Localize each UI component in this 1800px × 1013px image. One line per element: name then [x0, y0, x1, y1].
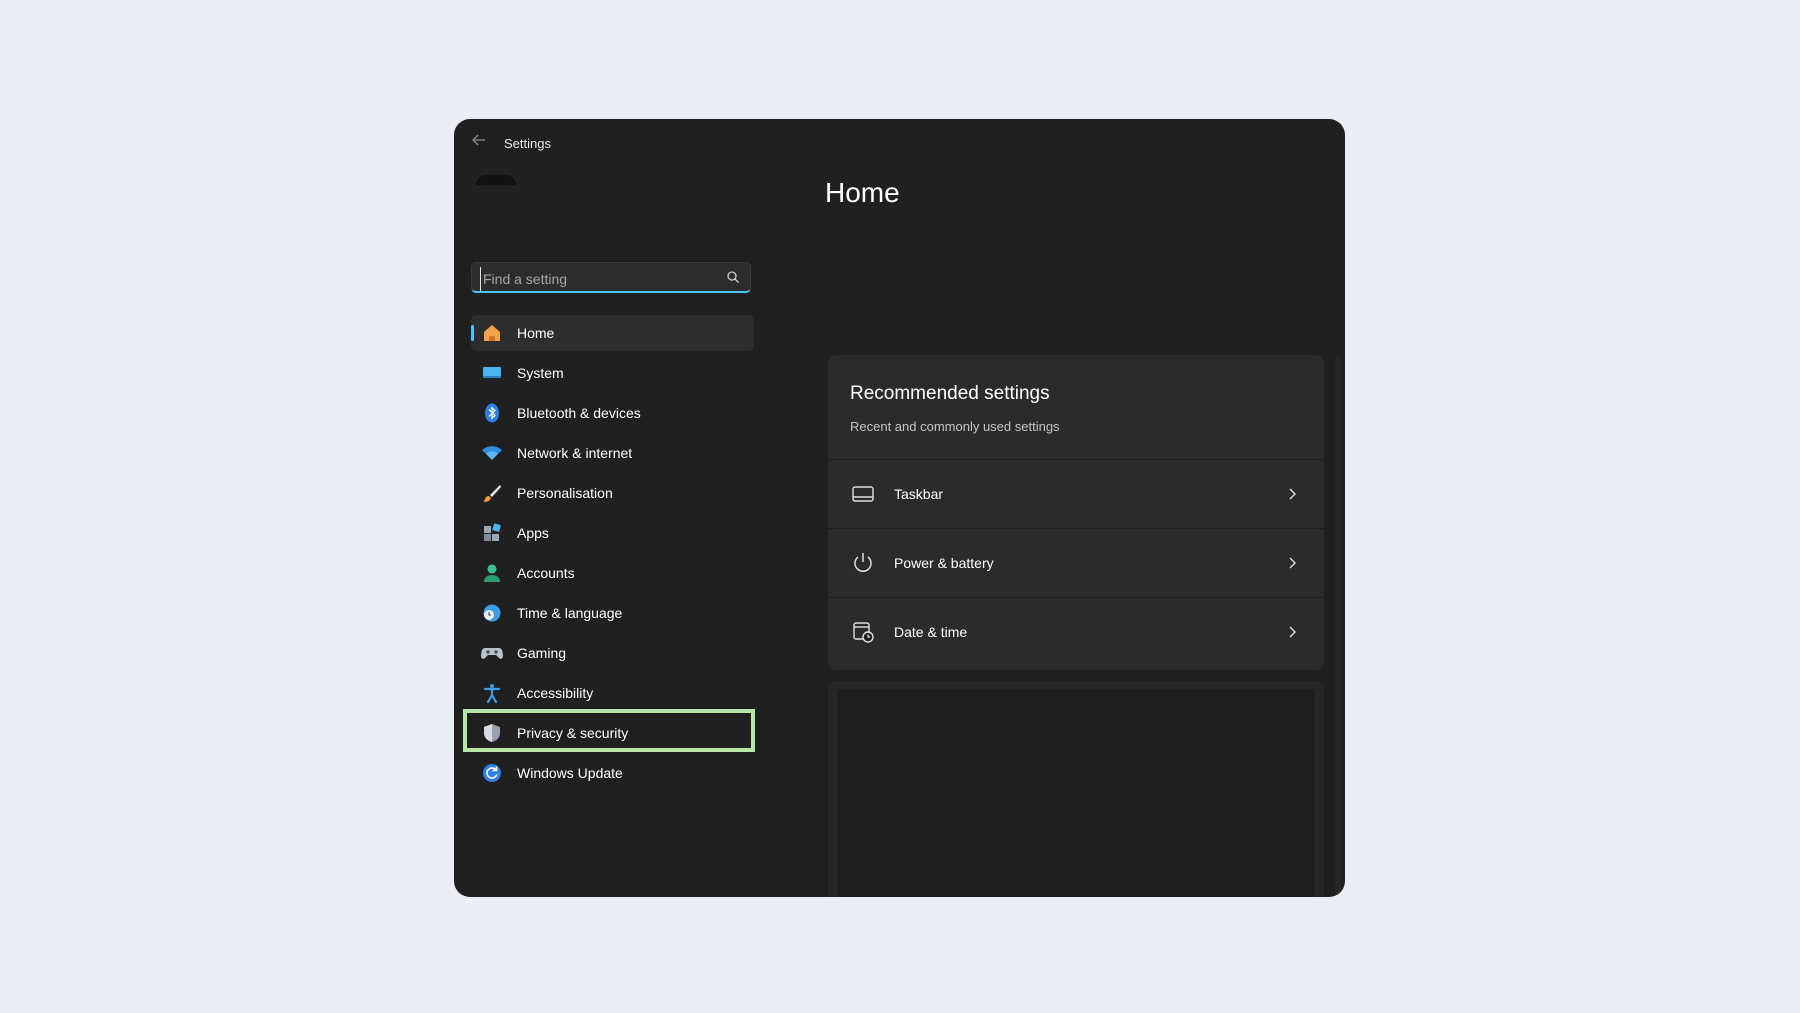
- settings-window: Settings Home System Bluetooth & d: [454, 119, 1345, 897]
- sidebar-item-label: Accounts: [517, 565, 575, 581]
- chevron-right-icon: [1289, 557, 1296, 569]
- sidebar-item-label: Time & language: [517, 605, 623, 621]
- gamepad-icon: [481, 642, 503, 664]
- power-icon: [852, 552, 874, 574]
- recommended-row-power-battery[interactable]: Power & battery: [828, 529, 1324, 598]
- secondary-card: [828, 681, 1324, 897]
- taskbar-icon: [852, 483, 874, 505]
- row-label: Date & time: [894, 624, 968, 640]
- back-arrow-icon: [472, 134, 485, 146]
- recommended-settings-card: Recommended settings Recent and commonly…: [828, 355, 1324, 670]
- home-icon: [481, 322, 503, 344]
- shield-icon: [481, 722, 503, 744]
- sidebar-item-label: Personalisation: [517, 485, 613, 501]
- active-indicator: [471, 325, 474, 341]
- row-label: Taskbar: [894, 486, 944, 502]
- bluetooth-icon: [481, 402, 503, 424]
- sidebar-item-label: System: [517, 365, 564, 381]
- sidebar-item-accessibility[interactable]: Accessibility: [471, 675, 754, 711]
- sidebar-item-label: Gaming: [517, 645, 567, 661]
- search-box[interactable]: [471, 262, 751, 293]
- sidebar-item-label: Accessibility: [517, 685, 594, 701]
- sidebar-item-accounts[interactable]: Accounts: [471, 555, 754, 591]
- sidebar-item-privacy-security[interactable]: Privacy & security: [471, 715, 754, 751]
- recommended-subtitle: Recent and commonly used settings: [850, 419, 1060, 434]
- system-icon: [481, 362, 503, 384]
- sidebar-item-windows-update[interactable]: Windows Update: [471, 755, 754, 791]
- search-input[interactable]: [480, 267, 725, 291]
- sidebar-item-label: Home: [517, 325, 555, 341]
- secondary-card-content: [838, 689, 1314, 897]
- recommended-title: Recommended settings: [850, 383, 1050, 404]
- sidebar-nav: Home System Bluetooth & devices Network …: [471, 315, 754, 795]
- search-icon[interactable]: [726, 270, 740, 284]
- update-icon: [481, 762, 503, 784]
- sidebar-item-label: Network & internet: [517, 445, 633, 461]
- chevron-right-icon: [1289, 626, 1296, 638]
- back-button[interactable]: [468, 133, 490, 151]
- recommended-row-taskbar[interactable]: Taskbar: [828, 460, 1324, 529]
- title-bar: Settings: [454, 119, 1345, 163]
- sidebar-item-personalisation[interactable]: Personalisation: [471, 475, 754, 511]
- sidebar-item-gaming[interactable]: Gaming: [471, 635, 754, 671]
- apps-icon: [481, 522, 503, 544]
- person-icon: [481, 562, 503, 584]
- sidebar-item-system[interactable]: System: [471, 355, 754, 391]
- row-label: Power & battery: [894, 555, 994, 571]
- sidebar-item-bluetooth[interactable]: Bluetooth & devices: [471, 395, 754, 431]
- sidebar-item-apps[interactable]: Apps: [471, 515, 754, 551]
- globe-clock-icon: [481, 602, 503, 624]
- calendar-clock-icon: [852, 621, 874, 643]
- recommended-header: Recommended settings Recent and commonly…: [828, 355, 1324, 460]
- sidebar-item-time-language[interactable]: Time & language: [471, 595, 754, 631]
- scrollbar[interactable]: [1335, 355, 1341, 895]
- sidebar-item-label: Bluetooth & devices: [517, 405, 641, 421]
- chevron-right-icon: [1289, 488, 1296, 500]
- sidebar-item-label: Windows Update: [517, 765, 623, 781]
- sidebar-item-home[interactable]: Home: [471, 315, 754, 351]
- avatar[interactable]: [476, 175, 516, 185]
- recommended-row-date-time[interactable]: Date & time: [828, 598, 1324, 666]
- sidebar-item-label: Apps: [517, 525, 549, 541]
- sidebar-item-network[interactable]: Network & internet: [471, 435, 754, 471]
- accessibility-icon: [481, 682, 503, 704]
- brush-icon: [481, 482, 503, 504]
- app-title: Settings: [504, 136, 551, 151]
- sidebar-item-label: Privacy & security: [517, 725, 629, 741]
- page-title: Home: [825, 177, 900, 208]
- wifi-icon: [481, 442, 503, 464]
